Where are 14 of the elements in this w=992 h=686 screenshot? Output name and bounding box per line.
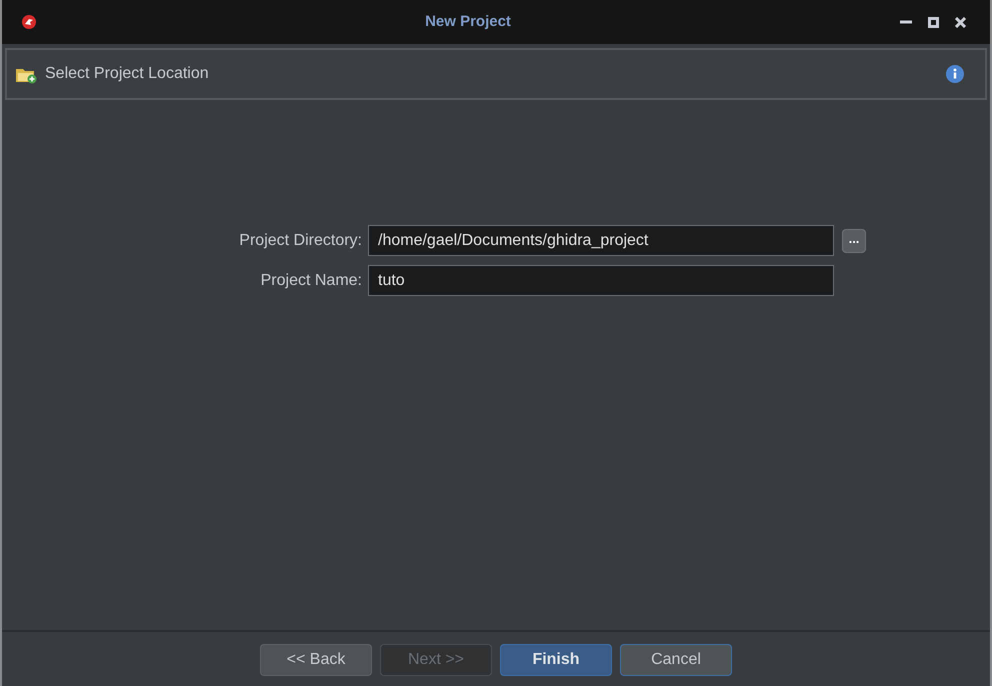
- input-field[interactable]: tuto: [368, 265, 834, 296]
- minimize-icon[interactable]: [900, 20, 912, 24]
- field-label: Project Name:: [260, 270, 363, 290]
- dialog-button[interactable]: << Back: [260, 644, 372, 676]
- field-label: Project Directory:: [238, 230, 363, 250]
- header-title: Select Project Location: [45, 64, 209, 84]
- window-title: New Project: [425, 12, 511, 32]
- dialog-button[interactable]: Cancel: [620, 644, 732, 676]
- close-icon[interactable]: [955, 16, 966, 28]
- input-field[interactable]: /home/gael/Documents/ghidra_project: [368, 225, 834, 256]
- dialog-button[interactable]: Finish: [500, 644, 612, 676]
- browse-button[interactable]: ...: [842, 228, 866, 252]
- info-icon[interactable]: [945, 64, 965, 84]
- maximize-icon[interactable]: [928, 16, 939, 28]
